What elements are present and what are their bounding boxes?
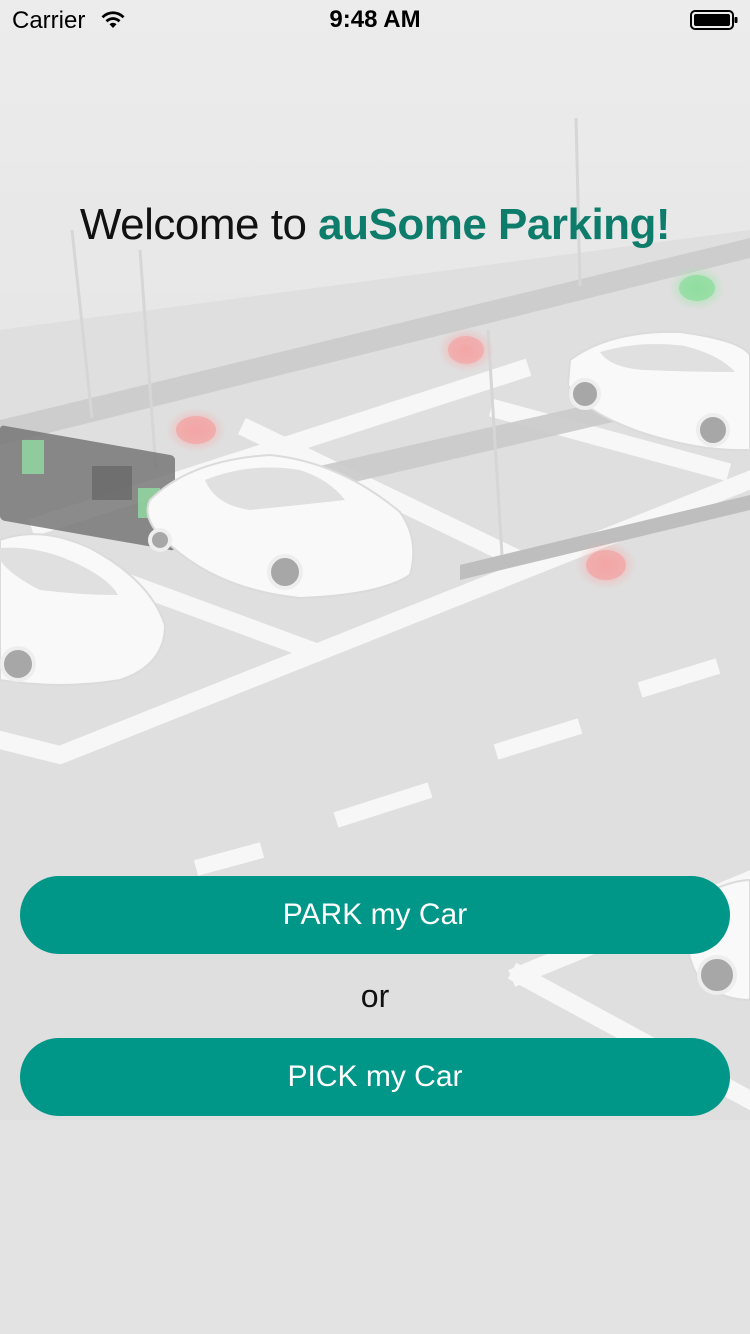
status-time: 9:48 AM: [329, 6, 421, 33]
or-separator: or: [360, 978, 390, 1014]
welcome-title: Welcome to auSome Parking!: [0, 200, 750, 250]
status-bar: Carrier 9:48 AM: [0, 0, 750, 40]
battery-icon: [690, 10, 738, 30]
brand-name: auSome Parking!: [318, 200, 671, 249]
welcome-prefix: Welcome to: [79, 200, 319, 249]
pick-my-car-button[interactable]: PICK my Car: [20, 1038, 730, 1116]
app-screen: Carrier 9:48 AM Welcome to auSome Parkin…: [0, 0, 750, 1334]
park-my-car-button[interactable]: PARK my Car: [20, 876, 730, 954]
